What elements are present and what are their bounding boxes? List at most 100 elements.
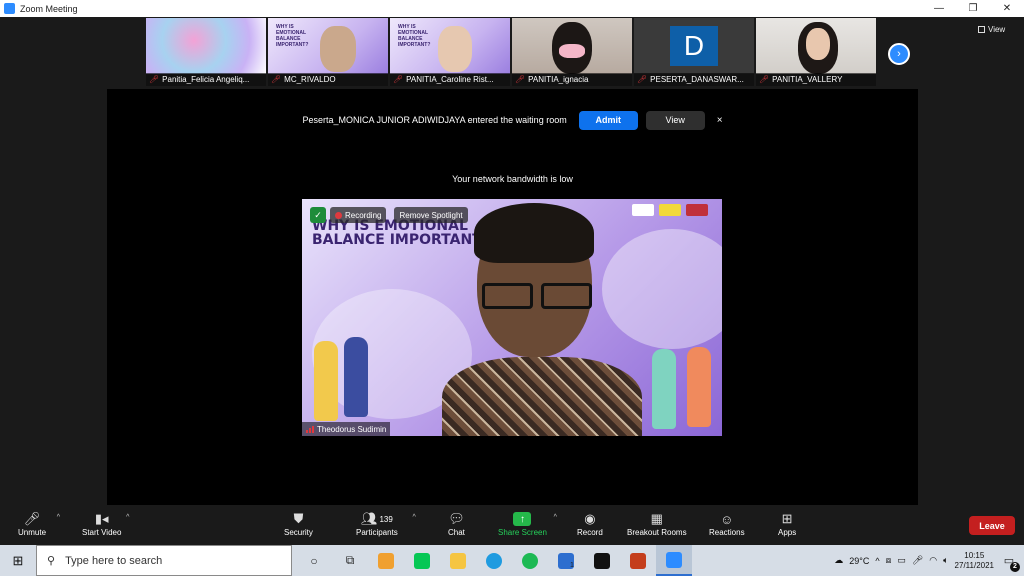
spotify-icon[interactable]	[512, 545, 548, 576]
chevron-up-icon[interactable]: ^	[875, 556, 879, 566]
close-window-button[interactable]: ✕	[990, 0, 1024, 17]
leave-button[interactable]: Leave	[969, 516, 1015, 535]
participant-thumbnail[interactable]: WHY IS EMOTIONAL BALANCE IMPORTANT? 🎤︎ PA…	[390, 18, 510, 86]
muted-mic-icon: 🎤︎	[515, 75, 526, 84]
sponsor-logos	[632, 204, 708, 216]
muted-mic-icon: 🎤︎	[23, 511, 41, 526]
breakout-rooms-label: Breakout Rooms	[627, 528, 687, 537]
waiting-room-message: Peserta_MONICA JUNIOR ADIWIDJAYA entered…	[302, 115, 567, 125]
mail-icon[interactable]: 1	[548, 545, 584, 576]
reactions-label: Reactions	[709, 528, 745, 537]
close-notification-button[interactable]: ×	[717, 115, 723, 126]
logo	[686, 204, 708, 216]
participants-button[interactable]: 👥︎ 139 Participants ^	[356, 510, 416, 537]
chat-button[interactable]: 💬︎ Chat	[448, 510, 465, 537]
logo	[632, 204, 654, 216]
unmute-label: Unmute	[18, 528, 47, 537]
participant-face	[806, 28, 830, 60]
next-page-button[interactable]: ›	[888, 43, 910, 65]
chevron-up-icon[interactable]: ^	[126, 514, 129, 521]
spotlight-video: WHY IS EMOTIONAL BALANCE IMPORTANT ✓ Rec…	[302, 199, 722, 436]
logo	[659, 204, 681, 216]
meet-now-icon[interactable]: ⧈	[886, 555, 892, 566]
zoom-taskbar-icon[interactable]	[656, 545, 692, 576]
security-label: Security	[284, 528, 313, 537]
reactions-button[interactable]: ☺ Reactions	[709, 510, 745, 538]
admit-button[interactable]: Admit	[578, 110, 638, 130]
chevron-up-icon[interactable]: ^	[413, 514, 416, 521]
search-icon: ⚲	[47, 555, 56, 567]
notification-count: 2	[1010, 561, 1020, 572]
participant-name: Panitia_Felicia Angeliq...	[162, 75, 250, 84]
line-app-icon[interactable]	[404, 545, 440, 576]
speaker-name-tag: Theodorus Sudimin	[302, 422, 391, 436]
taskbar-search-box[interactable]: ⚲ Type here to search	[36, 545, 292, 576]
edge-browser-icon[interactable]	[476, 545, 512, 576]
start-video-label: Start Video	[82, 528, 122, 537]
participant-thumbnail[interactable]: D 🎤︎ PESERTA_DANASWAR...	[634, 18, 754, 86]
participant-name: PANITIA_VALLERY	[772, 75, 843, 84]
share-screen-button[interactable]: ↑ Share Screen ^	[498, 510, 557, 537]
task-view-icon[interactable]: ⧉	[332, 545, 368, 576]
shield-icon: ✓	[310, 207, 326, 223]
participant-thumbnail[interactable]: WHY IS EMOTIONAL BALANCE IMPORTANT? 🎤︎ MC…	[268, 18, 388, 86]
participant-face	[438, 26, 472, 72]
mic-icon[interactable]: 🎤︎	[912, 555, 923, 566]
main-stage: Peserta_MONICA JUNIOR ADIWIDJAYA entered…	[107, 89, 918, 505]
windows-start-icon[interactable]: ⊞	[0, 545, 36, 576]
recording-label: Recording	[345, 210, 382, 220]
netflix-icon[interactable]	[584, 545, 620, 576]
file-explorer-icon[interactable]	[440, 545, 476, 576]
participant-thumbnail[interactable]: 🎤︎ PANITIA_VALLERY	[756, 18, 876, 86]
glasses	[482, 283, 592, 309]
chevron-up-icon[interactable]: ^	[554, 514, 557, 521]
restore-button[interactable]: ❐	[956, 0, 990, 17]
taskbar-clock[interactable]: 10:15 27/11/2021	[955, 551, 994, 571]
battery-icon[interactable]: ▭	[897, 555, 906, 566]
view-waiting-room-button[interactable]: View	[645, 110, 705, 130]
recording-badge: ✓ Recording Remove Spotlight	[310, 207, 468, 223]
view-layout-button[interactable]: View	[978, 25, 1005, 34]
wifi-icon[interactable]: ◠	[929, 555, 937, 566]
remove-spotlight-button[interactable]: Remove Spotlight	[394, 207, 468, 223]
avatar: D	[670, 26, 718, 66]
meeting-toolbar: 🎤︎ Unmute ^ ▮◂ Start Video ^ ⛊ Security …	[0, 506, 1024, 545]
participants-icon: 👥︎ 139	[360, 511, 393, 526]
cortana-icon[interactable]: ○	[296, 545, 332, 576]
speaker-name: Theodorus Sudimin	[317, 424, 387, 434]
participant-name: PANITIA_Caroline Rist...	[406, 75, 494, 84]
face-mask	[559, 44, 585, 58]
apps-button[interactable]: ⊞ Apps	[778, 510, 796, 537]
security-button[interactable]: ⛊ Security	[284, 510, 313, 537]
start-video-button[interactable]: ▮◂ Start Video ^	[82, 510, 129, 537]
minimize-button[interactable]: —	[922, 0, 956, 17]
weather-icon: ☁	[834, 555, 844, 565]
waiting-room-notification: Peserta_MONICA JUNIOR ADIWIDJAYA entered…	[107, 109, 918, 131]
recording-indicator: Recording	[330, 207, 387, 223]
participant-thumbnail[interactable]: 🎤︎ PANITIA_ignacia	[512, 18, 632, 86]
participant-thumbnail[interactable]: 🎤︎ Panitia_Felicia Angeliq...	[146, 18, 266, 86]
record-button[interactable]: ◉ Record	[577, 510, 603, 537]
record-dot-icon	[335, 211, 342, 219]
clock-date: 27/11/2021	[954, 560, 994, 570]
share-screen-label: Share Screen	[498, 528, 547, 537]
notification-center-icon[interactable]: ▭ 2	[1000, 552, 1020, 572]
powerpoint-icon[interactable]	[620, 545, 656, 576]
bandwidth-notice: Your network bandwidth is low	[452, 174, 573, 184]
window-title: Zoom Meeting	[20, 3, 78, 14]
background-blob	[602, 229, 722, 349]
speaker-person	[442, 203, 642, 436]
volume-icon[interactable]: 🔈︎	[943, 555, 948, 566]
unmute-button[interactable]: 🎤︎ Unmute ^	[18, 510, 60, 537]
store-icon[interactable]	[368, 545, 404, 576]
weather-temp[interactable]: 29°C	[849, 556, 869, 566]
participant-face	[320, 26, 356, 72]
search-placeholder: Type here to search	[65, 554, 163, 567]
chevron-up-icon[interactable]: ^	[57, 514, 60, 521]
breakout-rooms-button[interactable]: ▦ Breakout Rooms	[627, 510, 687, 537]
muted-mic-icon: 🎤︎	[271, 75, 282, 84]
taskbar-apps: ○ ⧉ 1	[296, 545, 692, 576]
chat-icon: 💬︎	[448, 511, 465, 526]
windows-taskbar: ⊞ ⚲ Type here to search ○ ⧉ 1 ☁ 29°C ^ ⧈…	[0, 545, 1024, 576]
clock-time: 10:15	[964, 550, 985, 560]
